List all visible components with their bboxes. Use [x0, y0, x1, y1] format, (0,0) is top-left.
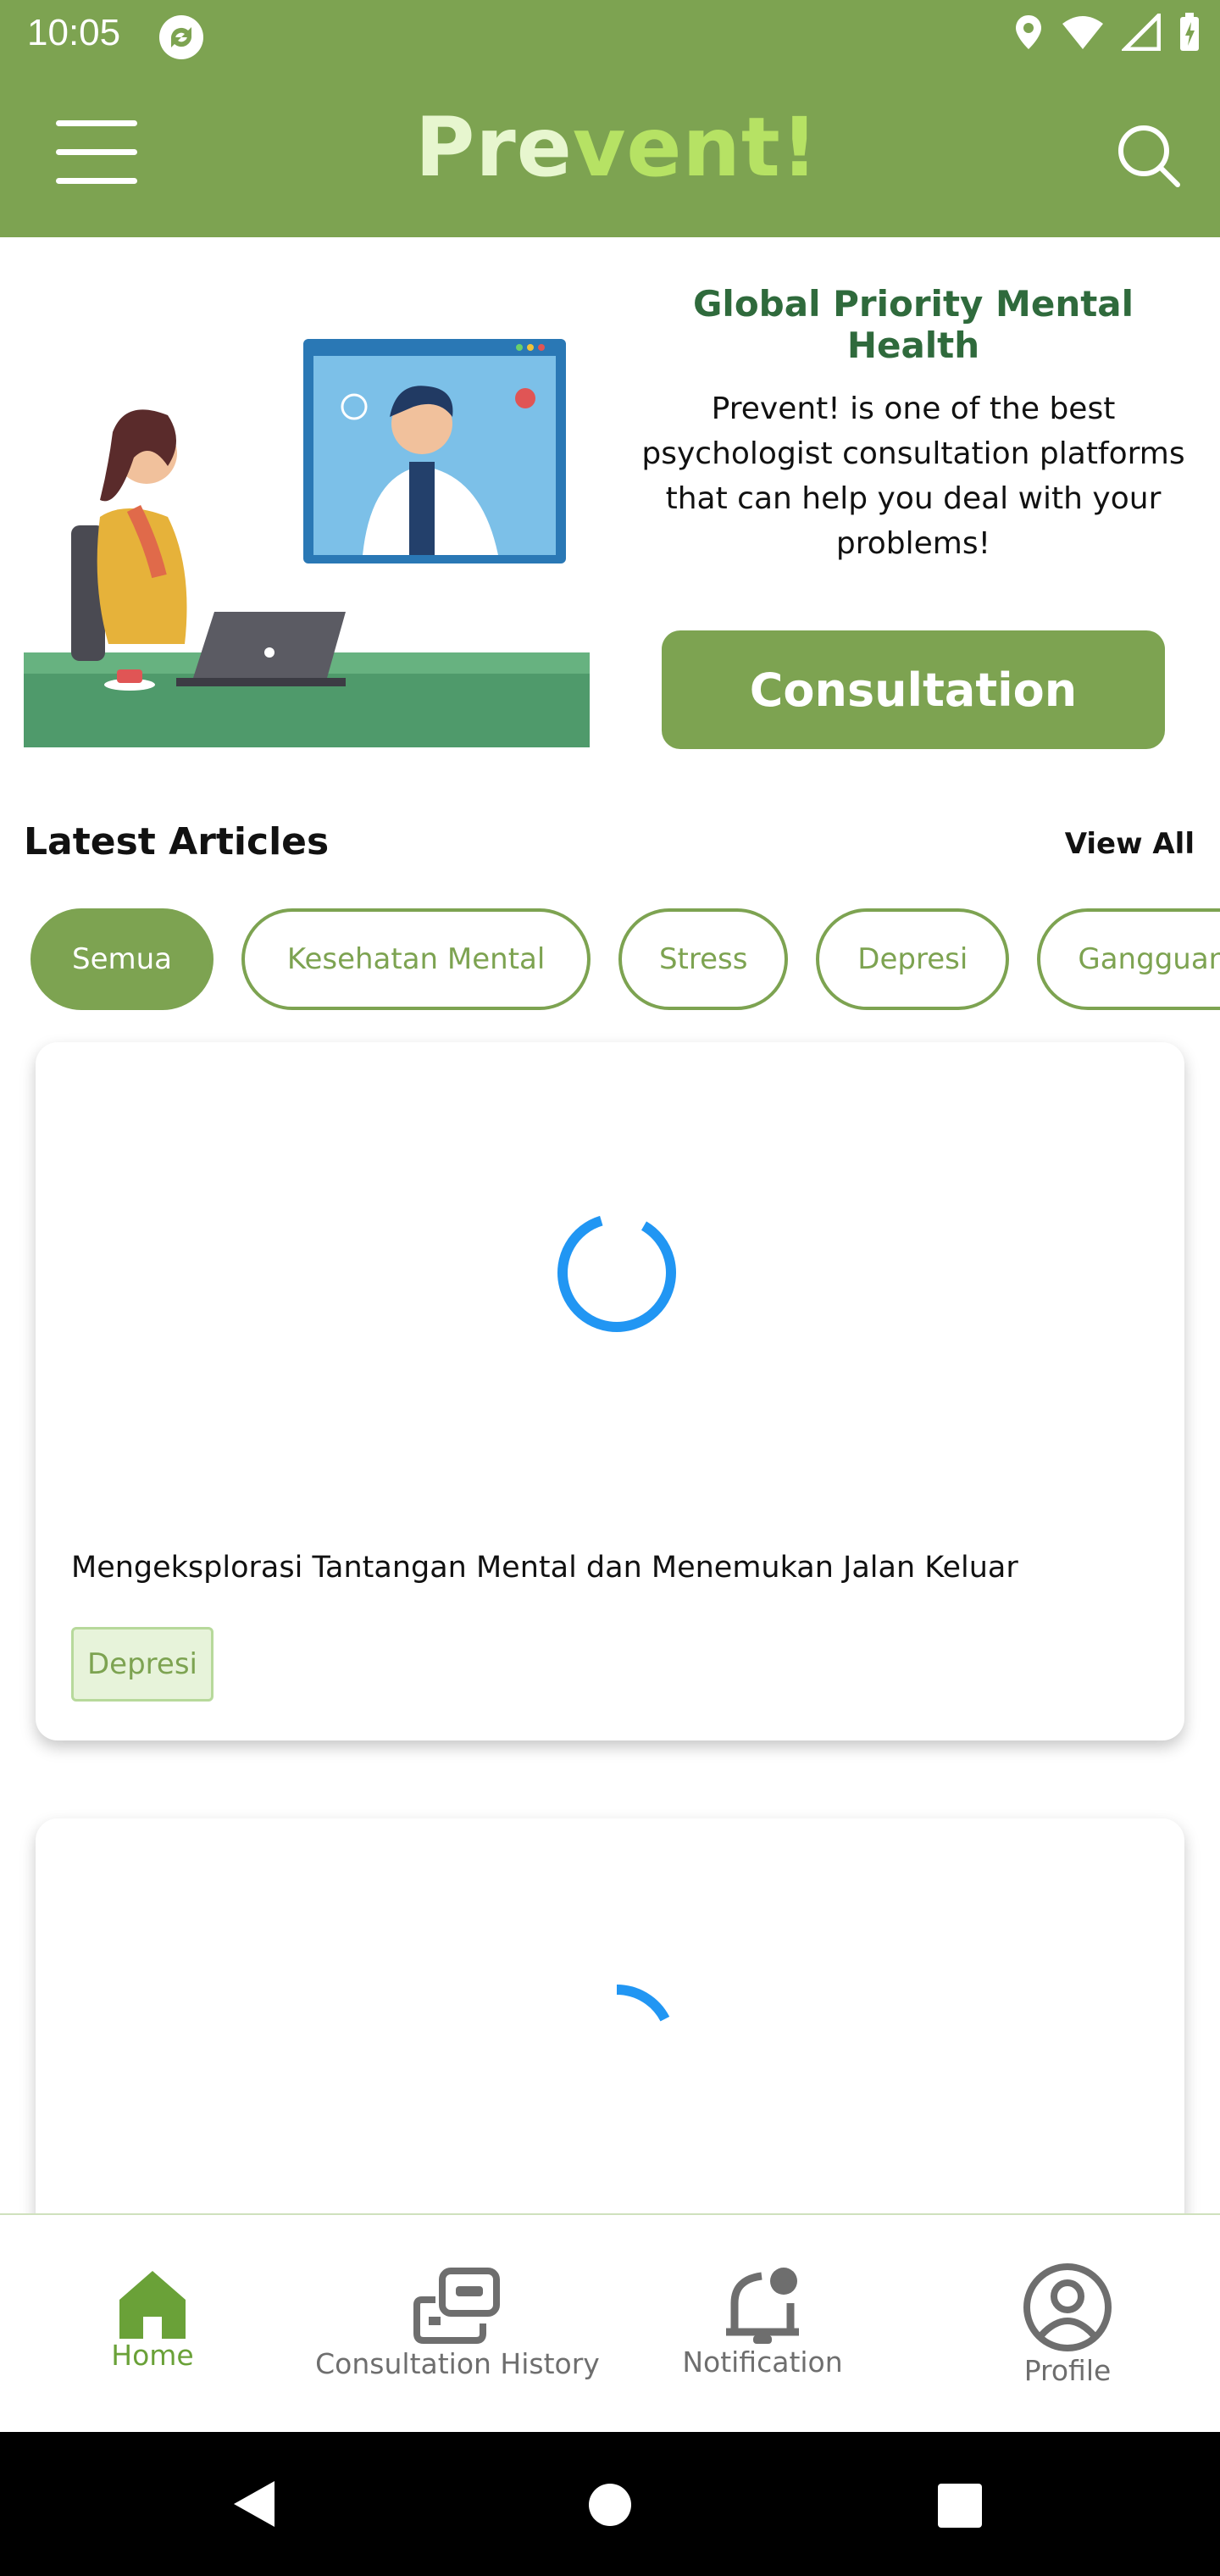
consultation-button[interactable]: Consultation: [662, 630, 1165, 749]
article-card[interactable]: Mengeksplorasi Tantangan Mental dan Mene…: [36, 1042, 1184, 1740]
category-chips: Semua Kesehatan Mental Stress Depresi Ga…: [30, 908, 1220, 1012]
sync-icon: [159, 15, 203, 59]
app-logo: Prevent!: [415, 100, 819, 195]
chip-stress[interactable]: Stress: [618, 908, 789, 1010]
recents-icon[interactable]: [937, 2483, 983, 2529]
status-time: 10:05: [27, 12, 121, 53]
hero-description: Prevent! is one of the best psychologist…: [641, 391, 1185, 561]
app-header: 10:05 Prevent!: [0, 0, 1220, 237]
nav-consultation-history[interactable]: Consultation History: [313, 2215, 602, 2434]
loading-spinner-icon: [557, 1213, 676, 1332]
wifi-icon: [1062, 16, 1103, 49]
home-icon: [119, 2271, 186, 2339]
notification-icon: [726, 2268, 799, 2344]
chip-kesehatan-mental[interactable]: Kesehatan Mental: [241, 908, 591, 1010]
article-title: Mengeksplorasi Tantangan Mental dan Mene…: [71, 1551, 1018, 1585]
hero-illustration: [24, 339, 590, 747]
profile-icon: [1023, 2263, 1112, 2351]
location-icon: [1016, 15, 1041, 49]
chip-gangguan[interactable]: Gangguan: [1037, 908, 1220, 1010]
status-bar: 10:05: [0, 0, 1220, 71]
nav-profile[interactable]: Profile: [974, 2215, 1161, 2434]
nav-notification[interactable]: Notification: [661, 2215, 864, 2434]
menu-icon[interactable]: [56, 120, 137, 185]
latest-articles-title: Latest Articles: [24, 820, 330, 863]
loading-spinner-icon: [557, 1985, 676, 2103]
back-icon[interactable]: [230, 2479, 278, 2529]
nav-home[interactable]: Home: [93, 2215, 212, 2434]
search-icon[interactable]: [1115, 122, 1183, 190]
chip-depresi[interactable]: Depresi: [816, 908, 1010, 1010]
signal-icon: [1122, 14, 1161, 51]
home-circle-icon[interactable]: [588, 2483, 632, 2527]
bottom-navigation: Home Consultation History Notification P…: [0, 2213, 1220, 2432]
consultation-history-icon: [413, 2268, 500, 2344]
chip-semua[interactable]: Semua: [30, 908, 214, 1010]
view-all-link[interactable]: View All: [1065, 827, 1195, 861]
hero-title: Global Priority Mental Health: [692, 283, 1134, 366]
article-tag: Depresi: [71, 1627, 214, 1702]
battery-icon: [1180, 13, 1199, 51]
system-navigation-bar: [0, 2432, 1220, 2576]
